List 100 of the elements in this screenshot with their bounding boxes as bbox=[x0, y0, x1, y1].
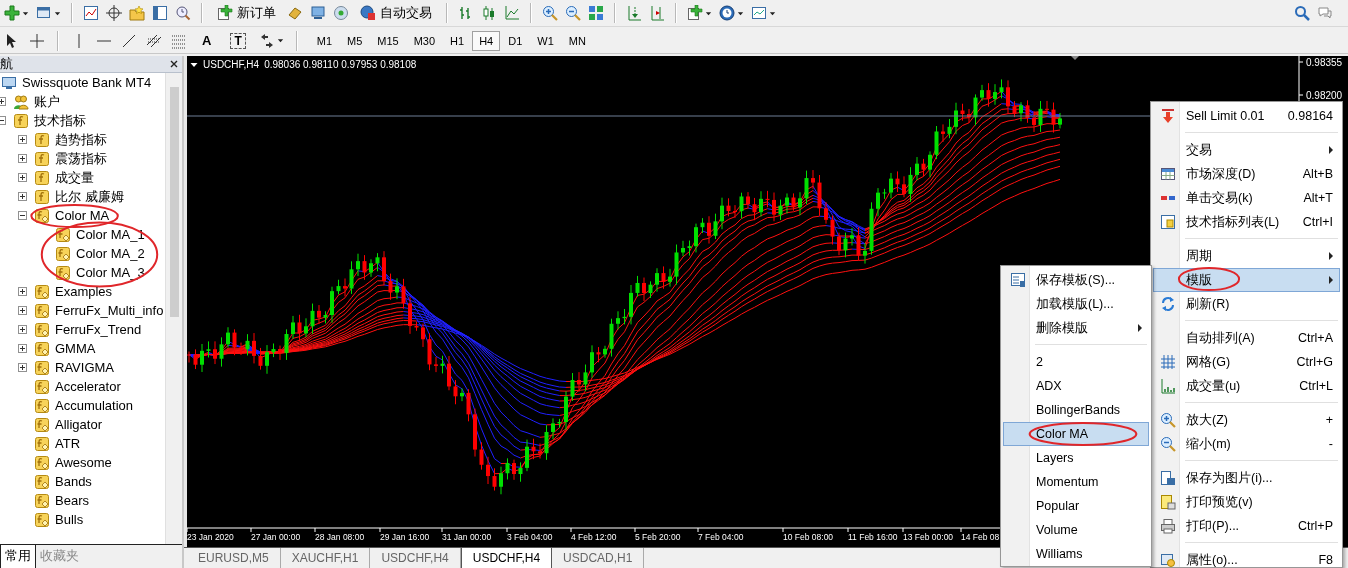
tree-item[interactable]: Examples bbox=[55, 284, 113, 299]
timeframe-button[interactable]: MN bbox=[561, 30, 593, 51]
trend-line-icon[interactable] bbox=[121, 32, 137, 49]
tree-item[interactable]: 趋势指标 bbox=[55, 130, 107, 149]
menu-item[interactable]: 属性(o)... F8 bbox=[1153, 548, 1340, 567]
chart-tab[interactable]: USDCHF,H4 bbox=[460, 548, 553, 568]
fibonacci-icon[interactable] bbox=[171, 32, 187, 49]
tree-item[interactable]: Color MA_2 bbox=[76, 246, 145, 261]
menu-item[interactable]: Color MA bbox=[1003, 422, 1149, 446]
menu-item[interactable]: 技术指标列表(L) Ctrl+I bbox=[1153, 210, 1340, 234]
close-icon[interactable] bbox=[168, 58, 180, 70]
dropdown-triangle-icon[interactable] bbox=[190, 60, 198, 69]
panel-tab[interactable]: 常用 bbox=[0, 545, 36, 568]
tree-item[interactable]: 震荡指标 bbox=[55, 149, 107, 168]
expand-toggle[interactable] bbox=[18, 173, 27, 182]
menu-item[interactable]: 打印预览(v) bbox=[1153, 490, 1340, 514]
tree-item[interactable]: 账户 bbox=[34, 92, 60, 111]
search-icon[interactable] bbox=[1294, 5, 1310, 21]
menu-item[interactable]: 删除模版 bbox=[1003, 316, 1149, 340]
timeframe-button[interactable]: H1 bbox=[443, 30, 472, 51]
caret-icon[interactable] bbox=[54, 9, 61, 17]
menu-item[interactable]: 打印(P)... Ctrl+P bbox=[1153, 514, 1340, 538]
ingot-icon[interactable] bbox=[287, 5, 303, 21]
tree-item[interactable]: 成交量 bbox=[55, 168, 94, 187]
tile-windows-icon[interactable] bbox=[588, 5, 604, 21]
menu-item[interactable]: 周期 bbox=[1153, 244, 1340, 268]
chart-window-icon[interactable] bbox=[83, 5, 99, 21]
zoom-out-icon[interactable] bbox=[565, 5, 581, 21]
menu-item[interactable]: 单击交易(k) Alt+T bbox=[1153, 186, 1340, 210]
menu-item[interactable]: 加载模版(L)... bbox=[1003, 292, 1149, 316]
menu-item[interactable]: 保存为图片(i)... bbox=[1153, 466, 1340, 490]
menu-item[interactable]: 缩小(m) - bbox=[1153, 432, 1340, 456]
menu-item[interactable]: 放大(Z) + bbox=[1153, 408, 1340, 432]
timeframe-button[interactable]: W1 bbox=[530, 30, 561, 51]
menu-item[interactable]: 保存模板(S)... bbox=[1003, 268, 1149, 292]
template-icon[interactable] bbox=[751, 5, 767, 21]
expand-toggle[interactable] bbox=[18, 135, 27, 144]
menu-item[interactable]: 网格(G) Ctrl+G bbox=[1153, 350, 1340, 374]
caret-icon[interactable] bbox=[769, 9, 776, 17]
tree-item[interactable]: RAVIGMA bbox=[55, 360, 114, 375]
menu-item[interactable]: Layers bbox=[1003, 446, 1149, 470]
new-chart-icon[interactable] bbox=[4, 5, 20, 21]
menu-item[interactable]: Williams bbox=[1003, 542, 1149, 566]
period-separator-icon[interactable] bbox=[626, 5, 642, 21]
menu-item[interactable]: 交易 bbox=[1153, 138, 1340, 162]
tree-item[interactable]: Bulls bbox=[55, 512, 84, 527]
caret-icon[interactable] bbox=[737, 9, 744, 17]
tree-item[interactable]: Awesome bbox=[55, 455, 112, 470]
monitor-icon[interactable] bbox=[310, 5, 326, 21]
crosshair-icon[interactable] bbox=[106, 5, 122, 21]
menu-item[interactable]: 自动排列(A) Ctrl+A bbox=[1153, 326, 1340, 350]
menu-item[interactable]: Momentum bbox=[1003, 470, 1149, 494]
crosshair-icon[interactable] bbox=[29, 32, 45, 49]
menu-item[interactable]: 市场深度(D) Alt+B bbox=[1153, 162, 1340, 186]
menu-item[interactable]: 成交量(u) Ctrl+L bbox=[1153, 374, 1340, 398]
line-chart-icon[interactable] bbox=[504, 5, 520, 21]
tree-item[interactable]: FerruFx_Multi_info bbox=[55, 303, 164, 318]
add-indicator-icon[interactable] bbox=[687, 5, 703, 21]
expand-toggle[interactable] bbox=[18, 211, 27, 220]
chart-tab[interactable]: USDCHF,H4 bbox=[370, 548, 461, 568]
caret-icon[interactable] bbox=[276, 37, 284, 44]
menu-item[interactable]: Volume bbox=[1003, 518, 1149, 542]
signal-icon[interactable] bbox=[333, 5, 349, 21]
new-order-button[interactable]: 新订单 bbox=[213, 1, 280, 25]
menu-item[interactable]: BollingerBands bbox=[1003, 398, 1149, 422]
channel-icon[interactable] bbox=[146, 32, 162, 49]
menu-item[interactable]: Sell Limit 0.01 0.98164 bbox=[1153, 104, 1340, 128]
caret-icon[interactable] bbox=[705, 9, 712, 17]
tree-item[interactable]: Swissquote Bank MT4 bbox=[22, 75, 152, 90]
folder-star-icon[interactable] bbox=[129, 5, 145, 21]
clock-icon[interactable] bbox=[719, 5, 735, 21]
magnifier-clock-icon[interactable] bbox=[175, 5, 191, 21]
expand-toggle[interactable] bbox=[18, 325, 27, 334]
chart-tab[interactable]: EURUSD,M5 bbox=[187, 548, 281, 568]
caret-icon[interactable] bbox=[22, 9, 29, 17]
expand-toggle[interactable] bbox=[18, 154, 27, 163]
text-tool[interactable]: A bbox=[196, 30, 218, 51]
panel-icon[interactable] bbox=[152, 5, 168, 21]
auto-trading-button[interactable]: 自动交易 bbox=[356, 1, 436, 25]
zoom-in-icon[interactable] bbox=[542, 5, 558, 21]
menu-item[interactable]: 刷新(R) bbox=[1153, 292, 1340, 316]
tree-item[interactable]: Bands bbox=[55, 474, 92, 489]
chart-tab[interactable]: USDCAD,H1 bbox=[552, 548, 645, 568]
timeframe-button[interactable]: M15 bbox=[370, 30, 406, 51]
menu-item[interactable]: 2 bbox=[1003, 350, 1149, 374]
tree-item[interactable]: ATR bbox=[55, 436, 81, 451]
menu-item[interactable]: ADX bbox=[1003, 374, 1149, 398]
tree-item[interactable]: GMMA bbox=[55, 341, 96, 356]
tree-item[interactable]: Accelerator bbox=[55, 379, 121, 394]
scrollbar[interactable] bbox=[165, 73, 182, 544]
label-tool[interactable]: T bbox=[230, 32, 246, 49]
candlestick-icon[interactable] bbox=[481, 5, 497, 21]
tree-item[interactable]: Bears bbox=[55, 493, 89, 508]
menu-item[interactable]: Popular bbox=[1003, 494, 1149, 518]
window-icon[interactable] bbox=[36, 5, 52, 21]
tree-item[interactable]: FerruFx_Trend bbox=[55, 322, 142, 337]
expand-toggle[interactable] bbox=[18, 192, 27, 201]
tree-item[interactable]: 技术指标 bbox=[34, 111, 86, 130]
expand-toggle[interactable] bbox=[18, 344, 27, 353]
timeframe-button[interactable]: H4 bbox=[472, 30, 501, 51]
